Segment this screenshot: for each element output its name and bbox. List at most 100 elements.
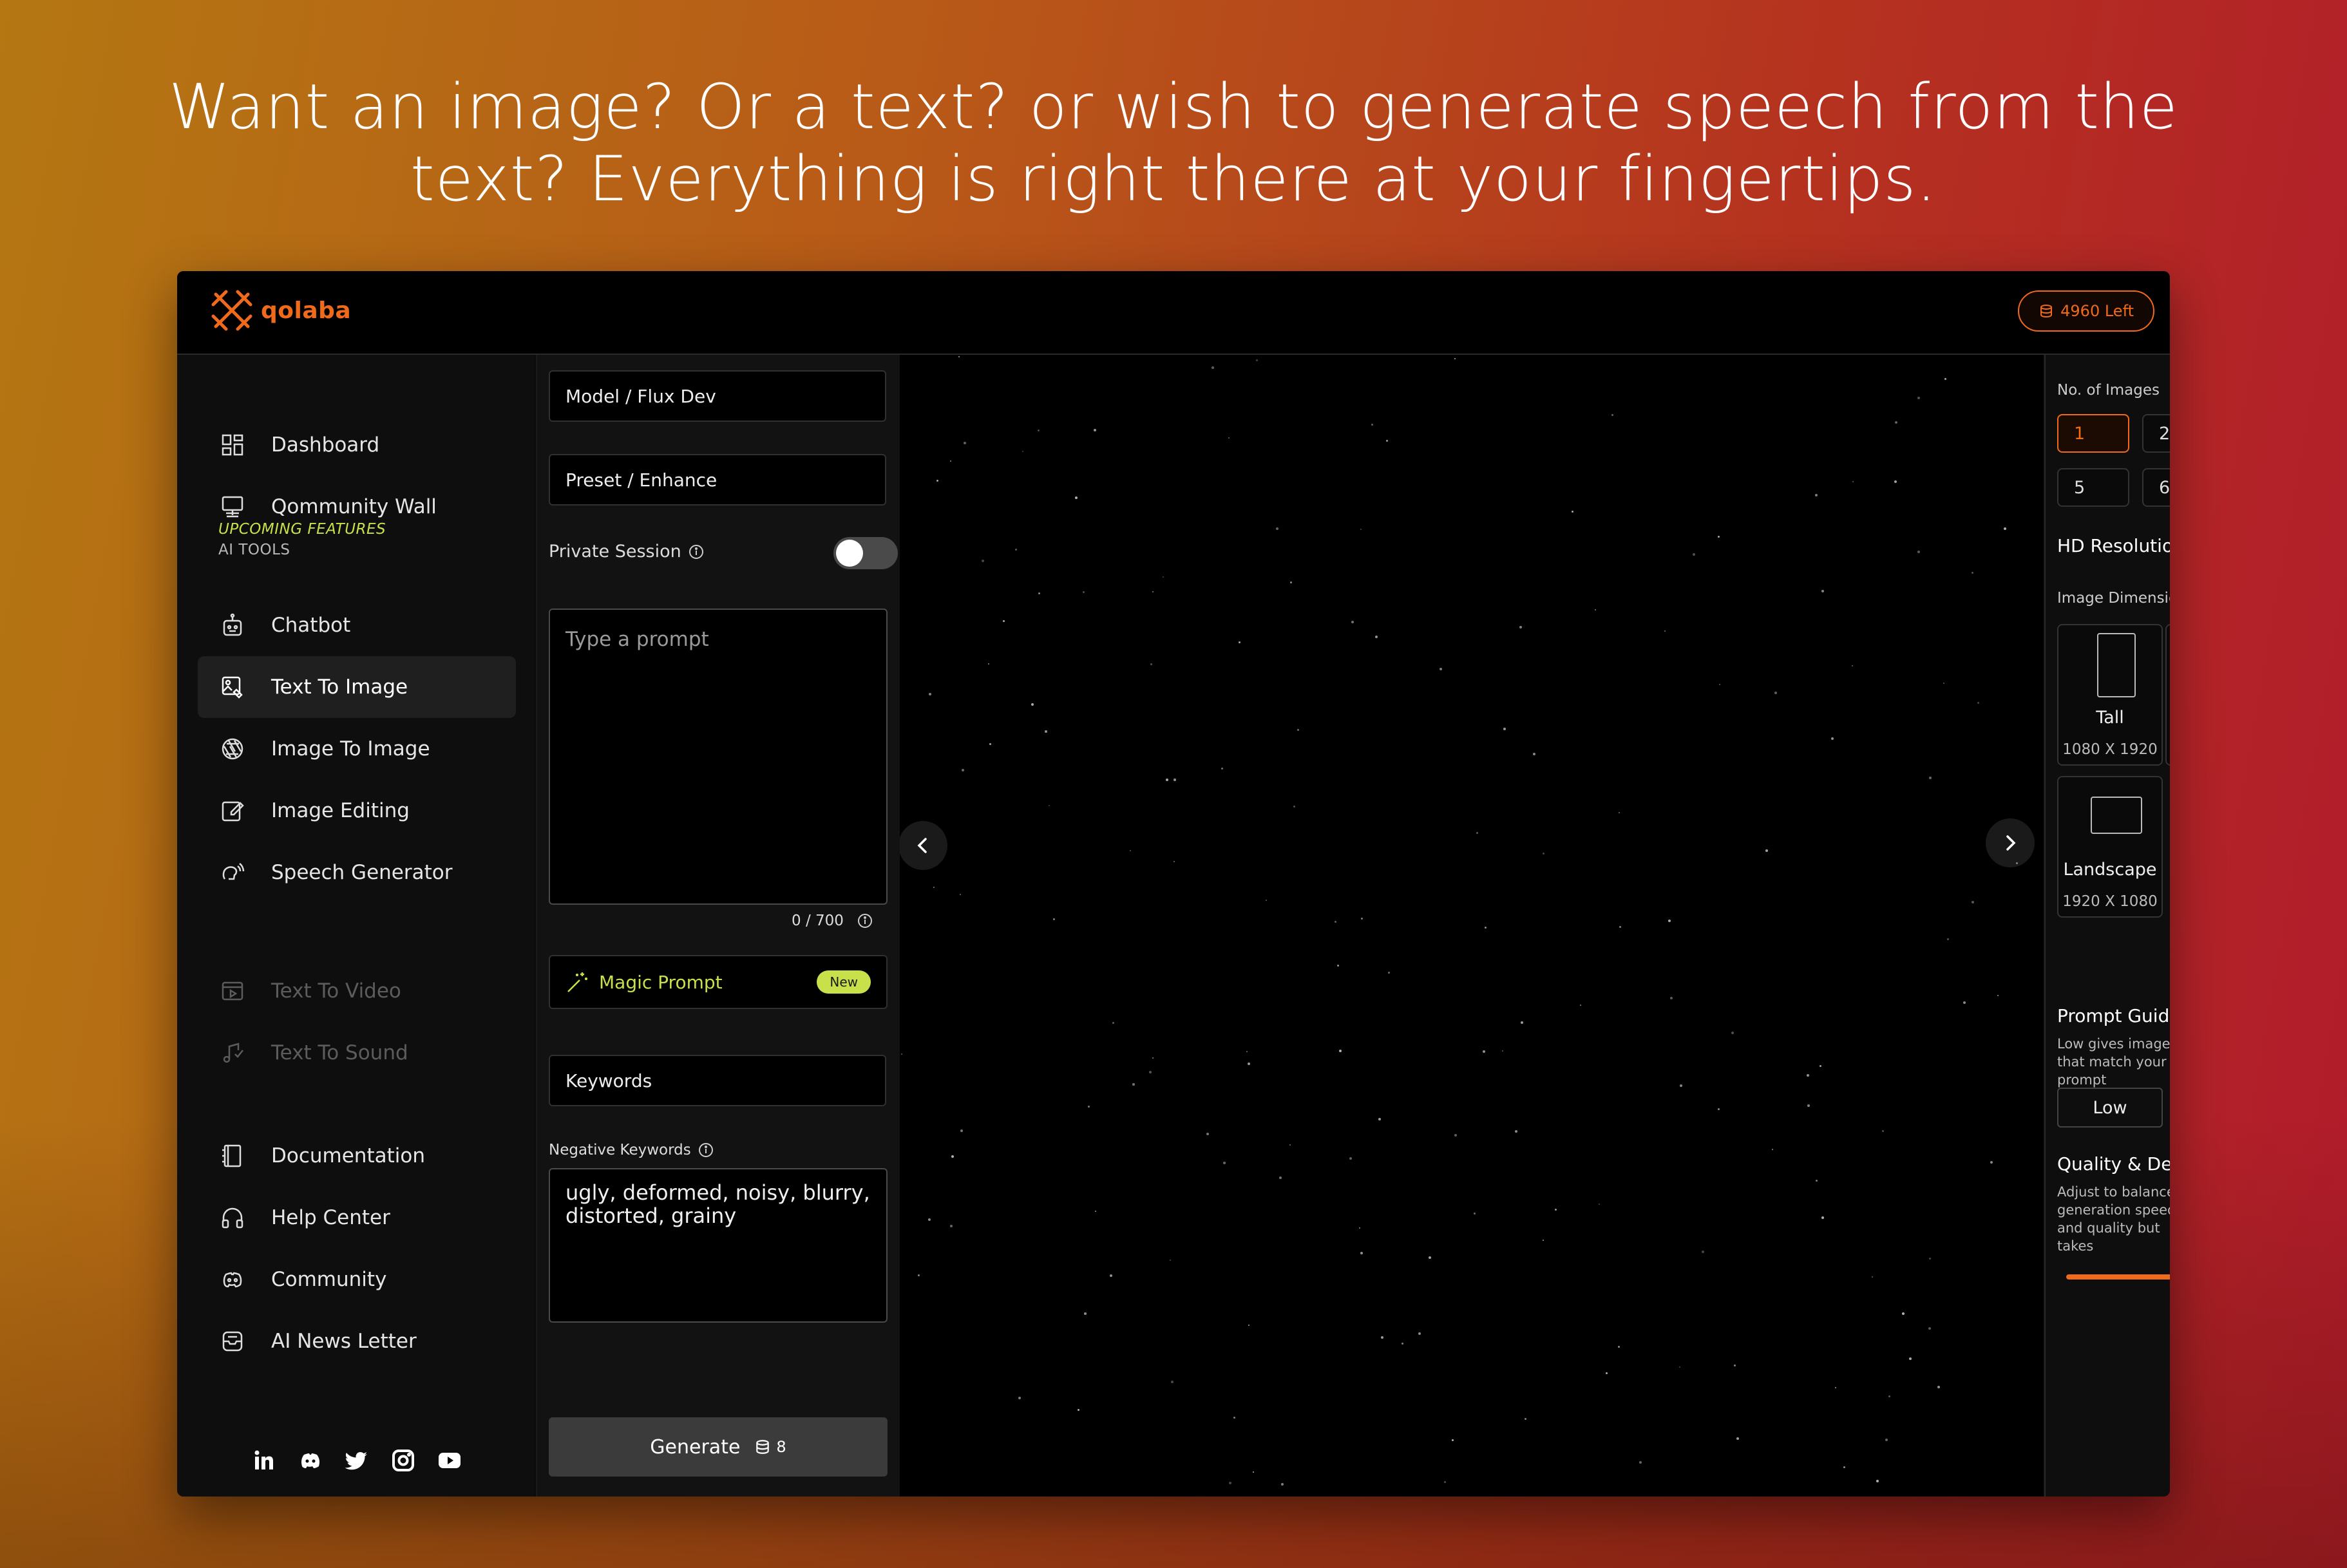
- star-dot: [964, 442, 966, 444]
- dimension-card-landscape[interactable]: Landscape 1920 X 1080: [2057, 776, 2163, 918]
- num-images-option-6[interactable]: 6: [2142, 468, 2170, 507]
- sidebar-item-text-to-image[interactable]: Text To Image: [198, 656, 516, 718]
- star-dot: [1152, 591, 1154, 592]
- star-dot: [1132, 1083, 1135, 1086]
- star-dot: [1015, 549, 1017, 551]
- info-icon[interactable]: [688, 543, 705, 560]
- twitter-icon[interactable]: [344, 1448, 370, 1473]
- star-dot: [1885, 1439, 1888, 1441]
- sidebar-item-chatbot[interactable]: Chatbot: [198, 594, 516, 656]
- star-dot: [1095, 1211, 1096, 1212]
- info-icon[interactable]: [698, 1142, 714, 1158]
- star-dot: [1163, 576, 1164, 578]
- prompt-guidance-low-button[interactable]: Low: [2057, 1088, 2163, 1128]
- star-dot: [1972, 572, 1973, 574]
- sidebar-item-text-to-sound: Text To Sound: [198, 1022, 516, 1084]
- star-dot: [1149, 1071, 1152, 1073]
- star-dot: [960, 894, 961, 895]
- logo[interactable]: qolaba: [211, 289, 351, 332]
- private-session-toggle[interactable]: [833, 537, 898, 569]
- num-images-label: No. of Images: [2057, 382, 2160, 399]
- prompt-placeholder: Type a prompt: [565, 628, 709, 651]
- dimension-card-tall[interactable]: Tall 1080 X 1920: [2057, 624, 2163, 766]
- sidebar-item-label: Image Editing: [271, 799, 410, 822]
- star-dot: [1816, 1180, 1818, 1182]
- star-dot: [1734, 1365, 1736, 1366]
- sidebar-item-speech-generator[interactable]: Speech Generator: [198, 842, 516, 903]
- model-select[interactable]: Model / Flux Dev: [549, 370, 886, 422]
- star-dot: [1718, 1108, 1720, 1110]
- collapse-left-button[interactable]: [900, 821, 947, 870]
- negative-keywords-input[interactable]: ugly, deformed, noisy, blurry, distorted…: [549, 1168, 888, 1323]
- star-dot: [1619, 812, 1620, 813]
- star-dot: [1361, 918, 1363, 920]
- star-dot: [1229, 1482, 1231, 1484]
- private-session-text: Private Session: [549, 542, 681, 562]
- star-dot: [1895, 421, 1897, 424]
- star-dot: [1038, 430, 1040, 431]
- star-dot: [1821, 1216, 1824, 1219]
- star-dot: [2004, 527, 2006, 530]
- star-dot: [1360, 1252, 1363, 1254]
- star-dot: [1937, 1386, 1940, 1388]
- newsletter-icon: [222, 1331, 243, 1352]
- negative-keywords-value: ugly, deformed, noisy, blurry, distorted…: [565, 1180, 870, 1228]
- tall-shape: [2097, 633, 2136, 697]
- collapse-right-button[interactable]: [1986, 818, 2035, 867]
- settings-panel: No. of Images 1 2 5 6 HD Resolution Imag…: [2044, 355, 2170, 1497]
- star-dot: [1440, 668, 1442, 670]
- star-dot: [1917, 551, 1920, 553]
- star-dot: [936, 480, 938, 482]
- star-dot: [1378, 1118, 1381, 1120]
- star-dot: [1731, 1032, 1734, 1034]
- prompt-input[interactable]: Type a prompt: [549, 609, 888, 905]
- sidebar-item-dashboard[interactable]: Dashboard: [198, 414, 516, 476]
- star-dot: [1130, 850, 1131, 851]
- star-dot: [958, 356, 960, 357]
- keywords-input[interactable]: Keywords: [549, 1055, 886, 1106]
- sidebar-item-label: Text To Sound: [271, 1041, 408, 1064]
- star-dot: [1152, 1057, 1154, 1059]
- star-dot: [933, 887, 935, 888]
- instagram-icon[interactable]: [390, 1448, 416, 1473]
- sidebar-item-image-to-image[interactable]: Image To Image: [198, 718, 516, 780]
- qolaba-logo-icon: [211, 290, 252, 331]
- sidebar-item-ai-news-letter[interactable]: AI News Letter: [198, 1310, 516, 1372]
- num-images-option-5[interactable]: 5: [2057, 468, 2129, 507]
- star-dot: [1339, 1050, 1342, 1052]
- generate-button[interactable]: Generate 8: [549, 1417, 888, 1477]
- magic-prompt-button[interactable]: Magic Prompt New: [549, 955, 888, 1009]
- sidebar-item-community[interactable]: Community: [198, 1249, 516, 1310]
- app-window: qolaba 4960 Left Dashboard Qommunity Wal…: [177, 271, 2170, 1497]
- star-dot: [1476, 832, 1478, 834]
- star-dot: [1053, 918, 1055, 920]
- preset-select[interactable]: Preset / Enhance: [549, 454, 886, 505]
- discord-icon: [223, 1272, 242, 1288]
- star-dot: [960, 1129, 963, 1132]
- sidebar-item-image-editing[interactable]: Image Editing: [198, 780, 516, 842]
- star-dot: [1525, 1418, 1526, 1420]
- star-dot: [1454, 1134, 1457, 1137]
- linkedin-icon[interactable]: [251, 1448, 277, 1473]
- num-images-option-1[interactable]: 1: [2057, 414, 2129, 453]
- sidebar-item-documentation[interactable]: Documentation: [198, 1125, 516, 1187]
- dimension-card-next[interactable]: [2165, 624, 2170, 766]
- sidebar-item-help-center[interactable]: Help Center: [198, 1187, 516, 1249]
- star-dot: [1290, 581, 1292, 583]
- star-dot: [951, 1155, 954, 1158]
- star-dot: [1774, 692, 1777, 694]
- coins-icon: [2040, 305, 2053, 318]
- star-dot: [928, 1218, 931, 1221]
- discord-icon[interactable]: [298, 1448, 323, 1473]
- youtube-icon[interactable]: [437, 1448, 462, 1473]
- num-images-option-2[interactable]: 2: [2142, 414, 2170, 453]
- credits-badge[interactable]: 4960 Left: [2018, 290, 2154, 332]
- sidebar-item-label: Help Center: [271, 1206, 390, 1229]
- info-icon[interactable]: [857, 912, 873, 929]
- star-dot: [1639, 1461, 1642, 1464]
- star-dot: [1075, 496, 1078, 499]
- star-dot: [988, 663, 989, 665]
- star-dot: [1388, 972, 1390, 974]
- quality-slider[interactable]: [2066, 1274, 2170, 1280]
- star-dot: [1170, 1260, 1171, 1261]
